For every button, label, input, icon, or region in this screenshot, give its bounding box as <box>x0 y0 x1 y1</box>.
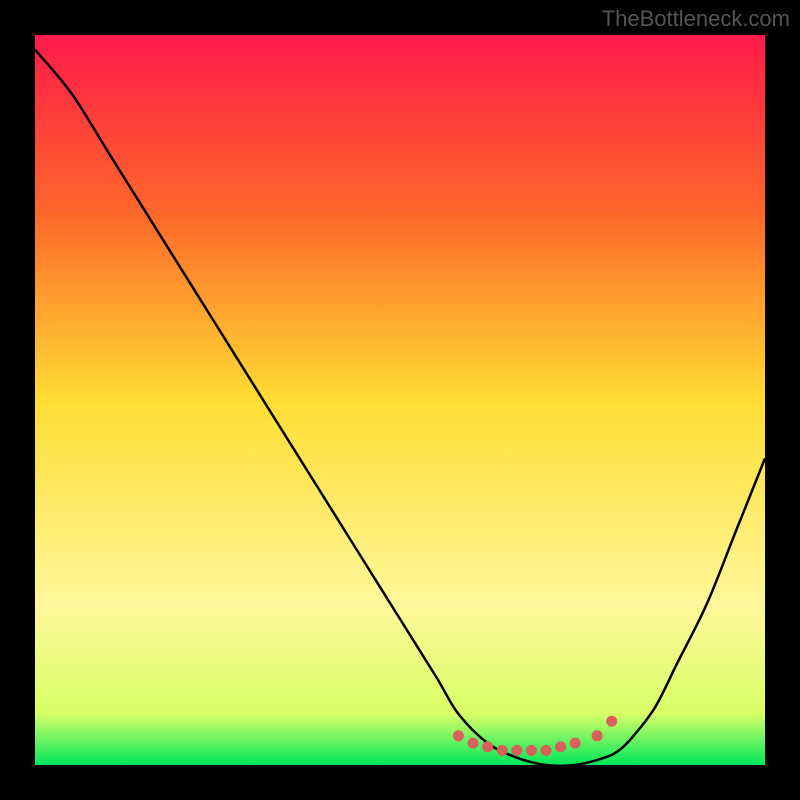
valley-marker <box>570 738 581 749</box>
valley-marker <box>482 741 493 752</box>
valley-marker <box>468 738 479 749</box>
watermark-text: TheBottleneck.com <box>602 6 790 32</box>
valley-marker <box>592 730 603 741</box>
curve-layer <box>35 35 765 765</box>
valley-marker <box>453 730 464 741</box>
valley-marker <box>541 745 552 756</box>
valley-marker <box>606 716 617 727</box>
valley-marker <box>497 745 508 756</box>
valley-marker <box>511 745 522 756</box>
valley-marker <box>526 745 537 756</box>
valley-marker <box>555 741 566 752</box>
plot-area <box>35 35 765 765</box>
bottleneck-curve <box>35 50 765 766</box>
chart-container: TheBottleneck.com <box>0 0 800 800</box>
